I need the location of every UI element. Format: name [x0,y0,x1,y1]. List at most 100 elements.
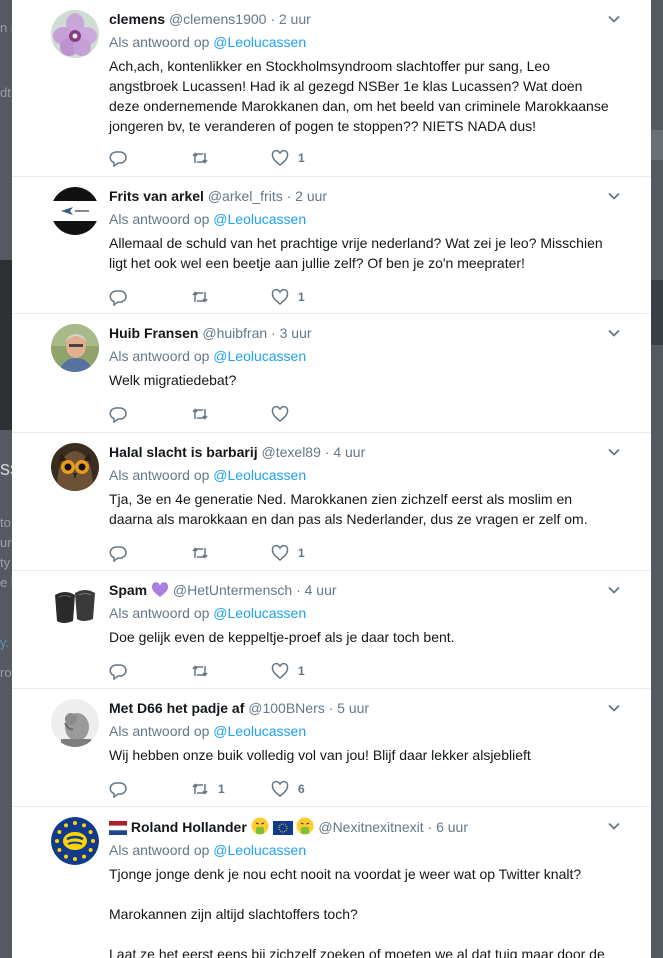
author-name[interactable]: Roland Hollander [131,819,247,835]
retweet-button[interactable] [191,543,218,563]
author-handle[interactable]: @huibfran [202,325,267,341]
heart-icon [271,662,289,679]
timestamp[interactable]: · 5 uur [329,700,369,716]
chevron-down-icon[interactable] [607,583,621,597]
timestamp[interactable]: · 2 uur [270,11,310,27]
tweet[interactable]: Spam @HetUntermensch · 4 uur Als antwoor… [12,571,651,689]
retweet-button[interactable] [191,287,218,307]
replies-panel: clemens @clemens1900 · 2 uur Als antwoor… [12,0,651,958]
reply-handle-link[interactable]: @Leolucassen [213,34,306,50]
reply-context: Als antwoord op @Leolucassen [109,466,611,484]
like-count: 1 [298,151,305,165]
reply-context: Als antwoord op @Leolucassen [109,347,611,365]
author-handle[interactable]: @texel89 [262,444,321,460]
tweet[interactable]: Roland Hollander @Nexitnexitnexit · 6 uu… [12,807,651,958]
tweet-paragraph: Tjonge jonge denk je nou echt nooit na v… [109,866,582,882]
retweet-button[interactable] [191,148,218,168]
like-button[interactable]: 1 [271,543,305,563]
tweet-actions: 1 6 [109,779,429,799]
reply-handle-link[interactable]: @Leolucassen [213,211,306,227]
chevron-down-icon[interactable] [607,12,621,26]
tweet-paragraph: Ach,ach, kontenlikker en Stockholmsyndro… [109,58,609,134]
avatar[interactable] [51,581,99,629]
retweet-icon [192,665,208,677]
like-count: 1 [298,290,305,304]
timestamp[interactable]: · 4 uur [325,444,365,460]
chevron-down-icon[interactable] [607,701,621,715]
author-name[interactable]: Frits van arkel [109,188,204,204]
tweet-text: Ach,ach, kontenlikker en Stockholmsyndro… [109,56,611,136]
reply-handle-link[interactable]: @Leolucassen [213,348,306,364]
reply-handle-link[interactable]: @Leolucassen [213,842,306,858]
retweet-button[interactable] [191,661,218,681]
tweet-text: Wij hebben onze buik volledig vol van jo… [109,745,611,765]
thinker-avatar-image [51,699,99,747]
flower-avatar-image [51,10,99,58]
reply-handle-link[interactable]: @Leolucassen [213,723,306,739]
reply-context: Als antwoord op @Leolucassen [109,722,611,740]
retweet-button[interactable]: 1 [191,779,225,799]
author-name[interactable]: Huib Fransen [109,325,198,341]
author-handle[interactable]: @clemens1900 [169,11,267,27]
reply-icon [109,151,127,167]
heart-icon [271,149,289,166]
retweet-button[interactable] [191,404,218,424]
timestamp[interactable]: · 2 uur [287,188,327,204]
tweet[interactable]: Met D66 het padje af @100BNers · 5 uur A… [12,689,651,807]
author-handle[interactable]: @Nexitnexitnexit [318,819,423,835]
tweet-actions: 1 [109,148,429,168]
avatar[interactable] [51,817,99,865]
tweet-header: Spam @HetUntermensch · 4 uur [109,581,611,599]
reply-button[interactable] [109,404,136,424]
reply-button[interactable] [109,661,136,681]
timestamp[interactable]: · 3 uur [271,325,311,341]
avatar[interactable] [51,10,99,58]
spam-avatar-image [51,581,99,629]
avatar[interactable] [51,324,99,372]
avatar[interactable] [51,699,99,747]
author-name[interactable]: Met D66 het padje af [109,700,244,716]
reply-button[interactable] [109,779,136,799]
tweet-text: Welk migratiedebat? [109,370,611,390]
tweet[interactable]: Halal slacht is barbarij @texel89 · 4 uu… [12,433,651,571]
author-handle[interactable]: @100BNers [248,700,324,716]
chevron-down-icon[interactable] [607,445,621,459]
timestamp[interactable]: · 6 uur [428,819,468,835]
like-button[interactable]: 1 [271,148,305,168]
reply-button[interactable] [109,148,136,168]
reply-handle-link[interactable]: @Leolucassen [213,467,306,483]
reply-handle-link[interactable]: @Leolucassen [213,605,306,621]
chevron-down-icon[interactable] [607,326,621,340]
tweet-paragraph: Doe gelijk even de keppeltje-proef als j… [109,629,455,645]
reply-context: Als antwoord op @Leolucassen [109,210,611,228]
tweet[interactable]: Huib Fransen @huibfran · 3 uur Als antwo… [12,314,651,433]
reply-button[interactable] [109,287,136,307]
vomiting-face-icon [251,817,269,835]
like-button[interactable]: 1 [271,661,305,681]
author-name[interactable]: Halal slacht is barbarij [109,444,258,460]
reply-icon [109,782,127,798]
reply-prefix: Als antwoord op [109,605,210,621]
timestamp[interactable]: · 4 uur [296,582,336,598]
author-handle[interactable]: @arkel_frits [208,188,283,204]
like-count: 1 [298,664,305,678]
reply-context: Als antwoord op @Leolucassen [109,33,611,51]
retweet-icon [192,291,208,303]
chevron-down-icon[interactable] [607,819,621,833]
like-button[interactable]: 1 [271,287,305,307]
background-fragment: dt [0,85,11,100]
reply-button[interactable] [109,543,136,563]
avatar[interactable] [51,187,99,235]
tweet[interactable]: Frits van arkel @arkel_frits · 2 uur Als… [12,177,651,314]
author-name[interactable]: clemens [109,11,165,27]
tweet[interactable]: clemens @clemens1900 · 2 uur Als antwoor… [12,0,651,177]
chevron-down-icon[interactable] [607,189,621,203]
like-button[interactable] [271,404,298,424]
tweet-text: Doe gelijk even de keppeltje-proef als j… [109,627,611,647]
author-handle[interactable]: @HetUntermensch [173,582,292,598]
avatar[interactable] [51,443,99,491]
background-fragment: ur [0,535,12,550]
author-name[interactable]: Spam [109,582,147,598]
like-button[interactable]: 6 [271,779,305,799]
tweet-paragraph: Allemaal de schuld van het prachtige vri… [109,235,603,271]
